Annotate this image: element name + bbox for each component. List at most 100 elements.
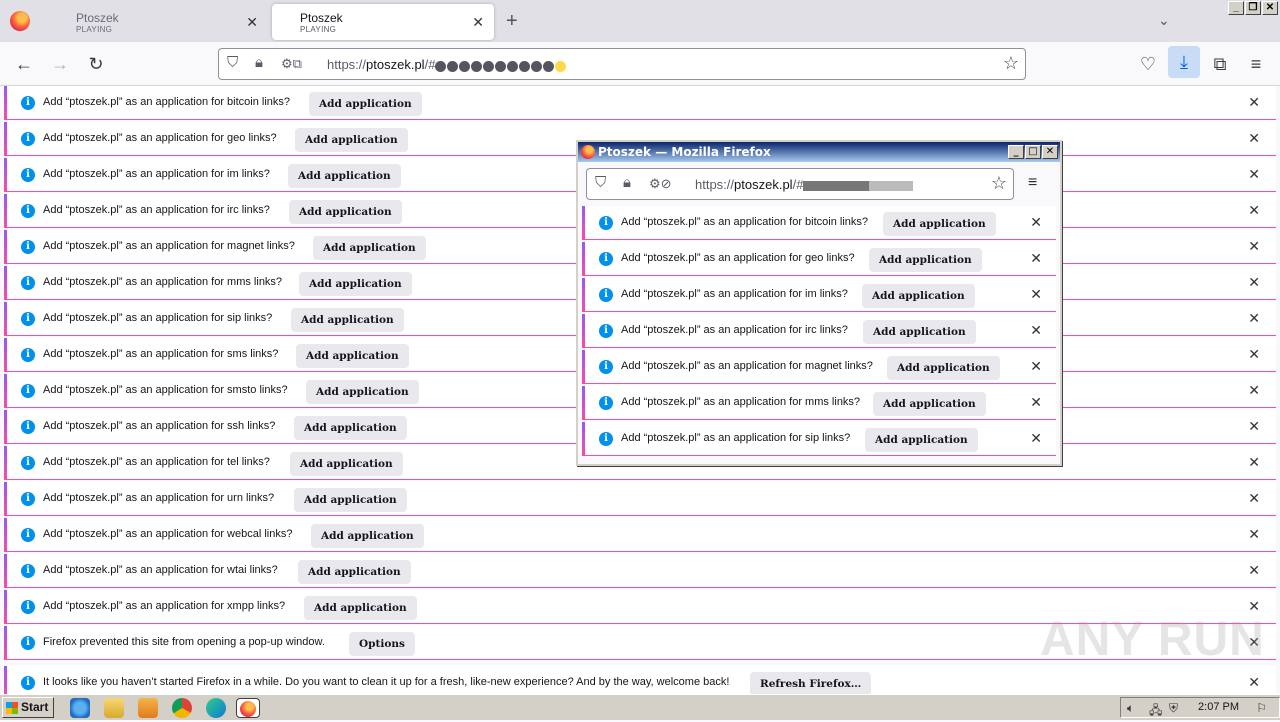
close-icon[interactable]: ✕ <box>1030 286 1042 303</box>
close-icon[interactable]: ✕ <box>1248 130 1260 147</box>
notification-message: Add “ptoszek.pl” as an application for i… <box>43 204 270 216</box>
add-application-button[interactable]: Add application <box>290 452 403 476</box>
add-application-button[interactable]: Add application <box>304 596 417 620</box>
add-application-button[interactable]: Add application <box>306 380 419 404</box>
bookmark-star-icon[interactable]: ☆ <box>1003 53 1019 74</box>
add-application-button[interactable]: Add application <box>289 200 402 224</box>
chevron-down-icon[interactable]: ⌄ <box>1158 12 1170 29</box>
close-icon[interactable]: ✕ <box>1248 382 1260 399</box>
hamburger-menu-icon[interactable]: ≡ <box>1028 174 1037 192</box>
reload-icon[interactable]: ↻ <box>84 52 108 76</box>
close-icon[interactable]: ✕ <box>1248 674 1260 691</box>
bookmark-star-icon[interactable]: ☆ <box>991 173 1007 194</box>
add-application-button[interactable]: Add application <box>862 284 975 308</box>
add-application-button[interactable]: Add application <box>311 524 424 548</box>
add-application-button[interactable]: Add application <box>313 236 426 260</box>
add-application-button[interactable]: Add application <box>296 344 409 368</box>
close-icon[interactable]: ✕ <box>1030 322 1042 339</box>
restore-button[interactable]: ❐ <box>1245 1 1261 15</box>
close-icon[interactable]: ✕ <box>1248 310 1260 327</box>
tab-ptoszek-1[interactable]: Ptoszek PLAYING ✕ <box>48 4 268 40</box>
add-application-button[interactable]: Add application <box>291 308 404 332</box>
extensions-icon[interactable]: ⧉ <box>1208 52 1232 76</box>
close-window-button[interactable]: ✕ <box>1042 145 1058 159</box>
close-icon[interactable]: ✕ <box>1248 526 1260 543</box>
info-icon: i <box>21 676 35 690</box>
chrome-icon[interactable] <box>172 698 192 718</box>
security-icon[interactable]: ⛨ <box>1169 701 1178 716</box>
minimize-button[interactable]: _ <box>1228 1 1244 15</box>
close-icon[interactable]: ✕ <box>1030 394 1042 411</box>
close-icon[interactable]: ✕ <box>1248 238 1260 255</box>
window-controls: _ ❐ ✕ <box>1228 1 1278 15</box>
maximize-button[interactable]: □ <box>1025 145 1041 159</box>
refresh-firefox-button[interactable]: Refresh Firefox… <box>750 672 872 696</box>
options-button[interactable]: Options <box>349 632 415 656</box>
new-tab-icon[interactable]: + <box>506 10 518 33</box>
popup-title-bar[interactable]: Ptoszek — Mozilla Firefox _ □ ✕ <box>578 142 1060 162</box>
close-icon[interactable]: ✕ <box>1248 562 1260 579</box>
start-button[interactable]: Start <box>2 697 54 718</box>
add-application-button[interactable]: Add application <box>883 212 996 236</box>
close-icon[interactable]: ✕ <box>1030 430 1042 447</box>
url-bar[interactable]: ⛉ 🔒︎ ⚙⧉ https://ptoszek.pl/# ☆ <box>218 48 1026 80</box>
permissions-icon[interactable]: ⚙⧉ <box>281 56 302 72</box>
volume-icon[interactable]: 🔈︎ <box>1127 701 1134 716</box>
shield-icon[interactable]: ⛉ <box>595 174 606 191</box>
firefox-logo-icon[interactable] <box>10 11 30 31</box>
close-icon[interactable]: ✕ <box>1248 274 1260 291</box>
close-icon[interactable]: ✕ <box>1248 94 1260 111</box>
info-icon: i <box>21 564 35 578</box>
notification-message: Add “ptoszek.pl” as an application for m… <box>621 360 873 372</box>
add-application-button[interactable]: Add application <box>865 428 978 452</box>
forward-arrow-icon[interactable]: → <box>48 52 72 76</box>
media-player-icon[interactable] <box>138 698 158 718</box>
add-application-button[interactable]: Add application <box>299 272 412 296</box>
internet-explorer-icon[interactable] <box>70 698 90 718</box>
popup-url-bar[interactable]: ⛉ 🔒︎ ⚙⊘ https://ptoszek.pl/# ☆ <box>586 168 1014 200</box>
tab-close-icon[interactable]: ✕ <box>472 14 484 31</box>
close-icon[interactable]: ✕ <box>1248 166 1260 183</box>
file-explorer-icon[interactable] <box>104 698 124 718</box>
notification-bar: i Add “ptoszek.pl” as an application for … <box>4 554 1276 588</box>
permissions-icon[interactable]: ⚙⊘ <box>649 176 672 192</box>
close-icon[interactable]: ✕ <box>1248 490 1260 507</box>
add-application-button[interactable]: Add application <box>294 488 407 512</box>
lock-icon[interactable]: 🔒︎ <box>623 174 631 191</box>
minimize-button[interactable]: _ <box>1008 145 1024 159</box>
flag-icon[interactable]: ⚐ <box>1256 701 1267 715</box>
notification-message: Add “ptoszek.pl” as an application for i… <box>621 324 848 336</box>
add-application-button[interactable]: Add application <box>863 320 976 344</box>
close-window-button[interactable]: ✕ <box>1262 1 1278 15</box>
close-icon[interactable]: ✕ <box>1248 454 1260 471</box>
notification-message: It looks like you haven’t started Firefo… <box>43 676 730 688</box>
downloads-icon[interactable]: ⤓ <box>1168 46 1200 78</box>
firefox-taskbar-button[interactable] <box>236 698 260 718</box>
add-application-button[interactable]: Add application <box>288 164 401 188</box>
hamburger-menu-icon[interactable]: ≡ <box>1244 52 1268 76</box>
add-application-button[interactable]: Add application <box>869 248 982 272</box>
close-icon[interactable]: ✕ <box>1248 346 1260 363</box>
network-icon[interactable]: 🖧 <box>1149 701 1162 722</box>
close-icon[interactable]: ✕ <box>1248 202 1260 219</box>
firefox-logo-icon <box>240 701 256 717</box>
add-application-button[interactable]: Add application <box>298 560 411 584</box>
add-application-button[interactable]: Add application <box>887 356 1000 380</box>
close-icon[interactable]: ✕ <box>1030 214 1042 231</box>
pocket-icon[interactable]: ♡ <box>1136 52 1160 76</box>
close-icon[interactable]: ✕ <box>1030 358 1042 375</box>
close-icon[interactable]: ✕ <box>1030 250 1042 267</box>
edge-icon[interactable] <box>206 698 226 718</box>
tab-close-icon[interactable]: ✕ <box>246 14 258 31</box>
shield-icon[interactable]: ⛉ <box>227 54 238 71</box>
add-application-button[interactable]: Add application <box>295 128 408 152</box>
tab-ptoszek-2[interactable]: Ptoszek PLAYING ✕ <box>272 4 494 40</box>
popup-title: Ptoszek — Mozilla Firefox <box>598 145 771 159</box>
lock-icon[interactable]: 🔒︎ <box>255 54 263 71</box>
add-application-button[interactable]: Add application <box>309 92 422 116</box>
back-arrow-icon[interactable]: ← <box>12 52 36 76</box>
add-application-button[interactable]: Add application <box>294 416 407 440</box>
close-icon[interactable]: ✕ <box>1248 418 1260 435</box>
add-application-button[interactable]: Add application <box>873 392 986 416</box>
info-icon: i <box>21 132 35 146</box>
